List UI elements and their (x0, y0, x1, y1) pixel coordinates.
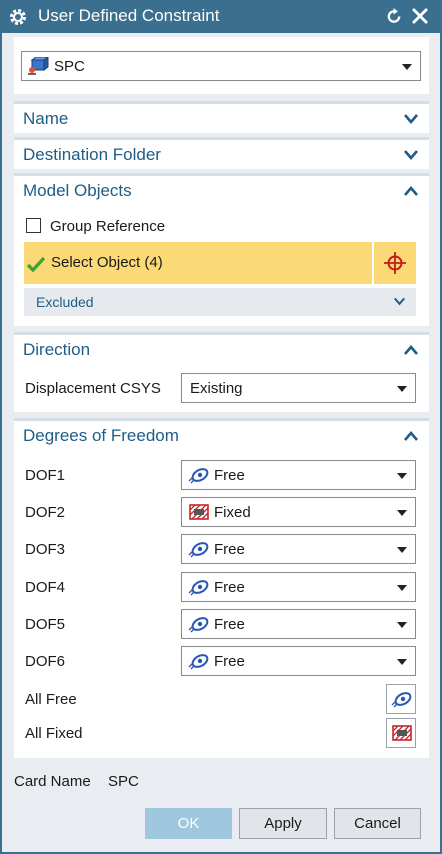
excluded-label: Excluded (36, 294, 94, 310)
chevron-up-icon (404, 345, 418, 355)
ok-button[interactable]: OK (145, 808, 232, 839)
cancel-button[interactable]: Cancel (334, 808, 421, 839)
section-destination-folder-label: Destination Folder (23, 145, 161, 164)
chevron-down-icon (394, 297, 405, 306)
select-object-row[interactable]: Select Object (4) (24, 242, 372, 284)
dof-label: DOF6 (25, 653, 66, 670)
model-objects-panel: Model Objects Group Reference Select Obj… (14, 173, 429, 326)
crosshair-icon (384, 252, 406, 274)
chevron-up-icon (404, 186, 418, 196)
type-panel: SPC (14, 37, 429, 94)
all-free-button[interactable] (386, 684, 416, 714)
dof-value: Fixed (214, 504, 251, 521)
section-degrees-of-freedom-label: Degrees of Freedom (23, 426, 179, 445)
dof-label: DOF3 (25, 541, 66, 558)
chevron-down-icon (397, 622, 407, 628)
title-bar: User Defined Constraint (0, 0, 442, 33)
all-fixed-button[interactable] (386, 718, 416, 748)
section-direction-label: Direction (23, 340, 91, 359)
chevron-down-icon (397, 386, 407, 392)
group-reference-label: Group Reference (50, 218, 166, 235)
dof-value: Free (214, 616, 245, 633)
card-name-value: SPC (108, 773, 139, 790)
section-name[interactable]: Name (14, 101, 429, 133)
fixed-icon (392, 725, 412, 741)
dof-value: Free (214, 653, 245, 670)
dof-value: Free (214, 541, 245, 558)
free-icon (188, 654, 209, 670)
dof-label: DOF1 (25, 467, 66, 484)
checkmark-icon (27, 256, 45, 272)
spc-icon (28, 57, 49, 75)
dof-select-4[interactable]: Free (181, 572, 416, 602)
displacement-csys-value: Existing (190, 380, 243, 397)
gear-icon (10, 9, 26, 25)
reset-icon[interactable] (385, 7, 404, 26)
dof-select-6[interactable]: Free (181, 646, 416, 676)
chevron-down-icon (397, 547, 407, 553)
free-icon (391, 692, 412, 708)
chevron-down-icon (397, 659, 407, 665)
dof-select-2[interactable]: Fixed (181, 497, 416, 527)
chevron-down-icon (397, 473, 407, 479)
displacement-csys-select[interactable]: Existing (181, 373, 416, 403)
group-reference-checkbox[interactable] (26, 218, 41, 233)
section-name-label: Name (23, 109, 69, 128)
chevron-down-icon (402, 64, 412, 70)
dof-value: Free (214, 579, 245, 596)
section-direction[interactable]: Direction (14, 332, 429, 364)
section-degrees-of-freedom[interactable]: Degrees of Freedom (14, 418, 429, 450)
chevron-up-icon (404, 431, 418, 441)
excluded-row[interactable]: Excluded (24, 288, 416, 316)
select-object-label: Select Object (4) (51, 254, 163, 271)
all-free-label: All Free (25, 691, 77, 708)
free-icon (188, 617, 209, 633)
displacement-csys-label: Displacement CSYS (25, 380, 161, 397)
close-icon[interactable] (410, 6, 430, 26)
dof-value: Free (214, 467, 245, 484)
dof-label: DOF5 (25, 616, 66, 633)
type-selector-value: SPC (54, 58, 85, 75)
dof-label: DOF4 (25, 579, 66, 596)
free-icon (188, 580, 209, 596)
chevron-down-icon (397, 510, 407, 516)
chevron-down-icon (404, 114, 418, 124)
fixed-icon (189, 504, 209, 520)
section-model-objects[interactable]: Model Objects (14, 173, 429, 205)
section-model-objects-label: Model Objects (23, 181, 132, 200)
dof-select-5[interactable]: Free (181, 609, 416, 639)
dof-select-3[interactable]: Free (181, 534, 416, 564)
dof-panel: Degrees of Freedom DOF1 Free DOF2 Fixed DOF3… (14, 418, 429, 758)
apply-button[interactable]: Apply (239, 808, 327, 839)
all-fixed-label: All Fixed (25, 725, 83, 742)
section-destination-folder[interactable]: Destination Folder (14, 137, 429, 169)
window-title: User Defined Constraint (38, 6, 220, 25)
card-name-label: Card Name (14, 773, 91, 790)
dof-label: DOF2 (25, 504, 66, 521)
type-selector[interactable]: SPC (21, 51, 421, 81)
dof-select-1[interactable]: Free (181, 460, 416, 490)
crosshair-button[interactable] (374, 242, 416, 284)
chevron-down-icon (404, 150, 418, 160)
free-icon (188, 542, 209, 558)
free-icon (188, 468, 209, 484)
chevron-down-icon (397, 585, 407, 591)
direction-panel: Direction Displacement CSYS Existing (14, 332, 429, 412)
